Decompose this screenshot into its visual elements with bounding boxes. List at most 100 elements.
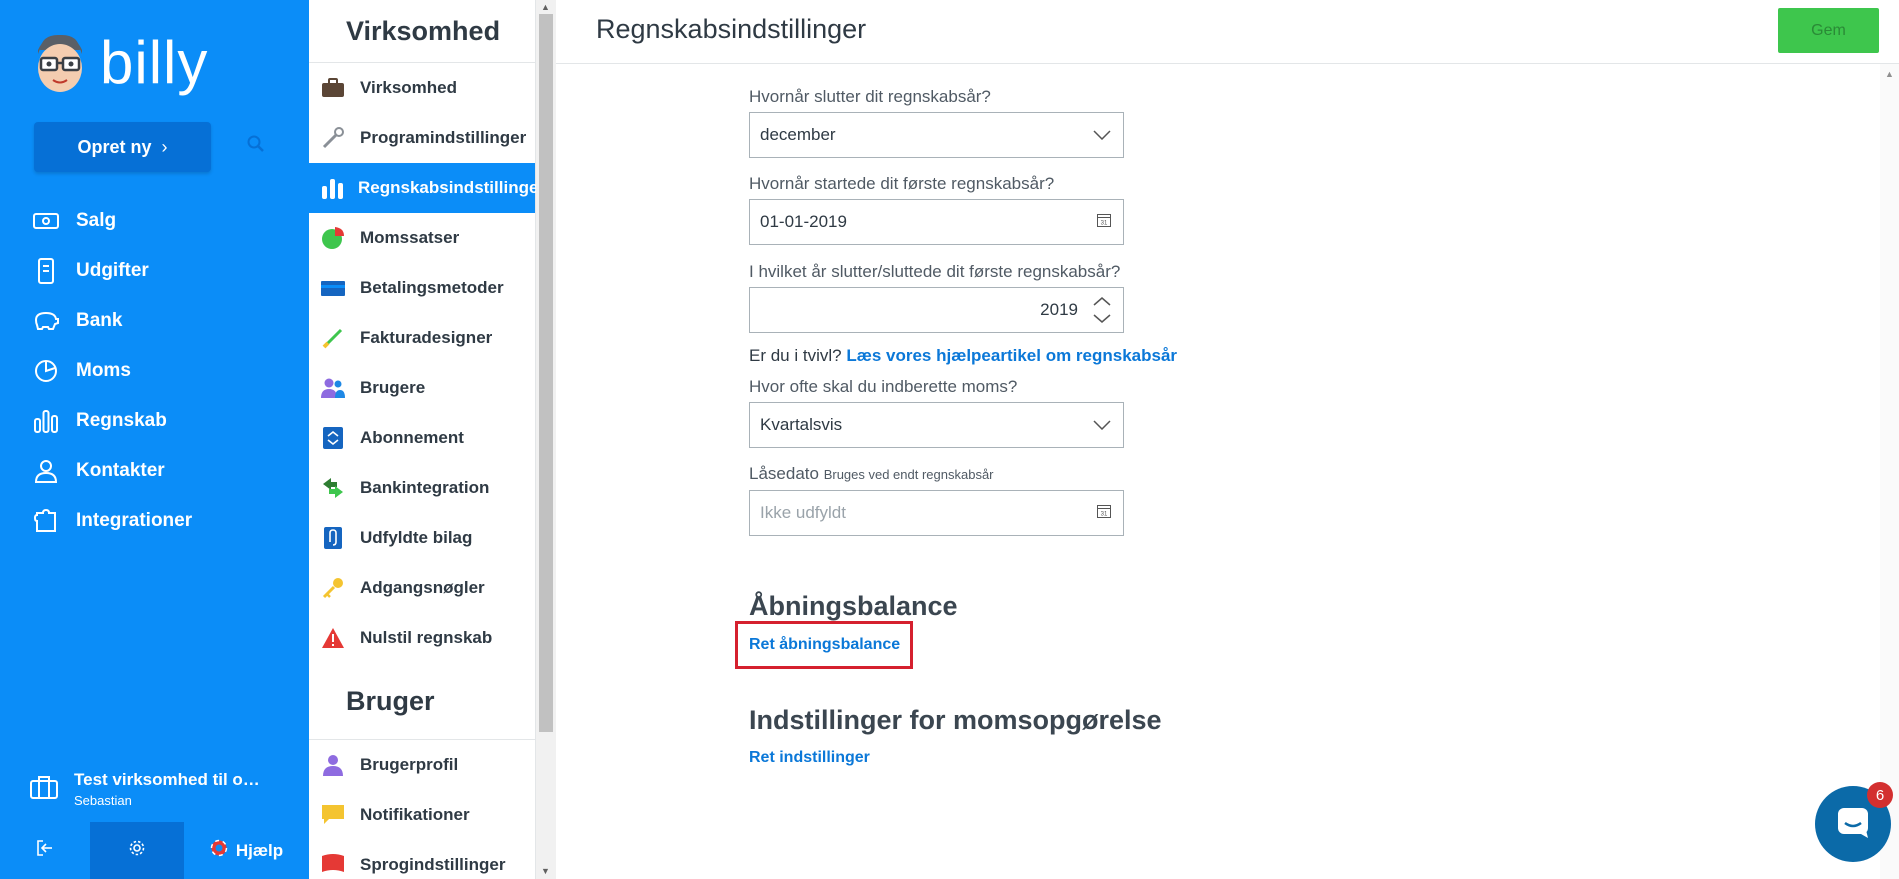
subnav-item-sprogindstillinger[interactable]: Sprogindstillinger xyxy=(309,840,535,879)
nav-item-regnskab[interactable]: Regnskab xyxy=(0,396,309,446)
subnav-label: Brugerprofil xyxy=(360,755,459,774)
subnav-item-regnskabsindstillinger[interactable]: Regnskabsindstillinger xyxy=(309,163,545,213)
first-fiscal-start-label: Hvornår startede dit første regnskabsår? xyxy=(749,174,1055,193)
edit-vat-settings-link[interactable]: Ret indstillinger xyxy=(749,749,870,767)
fiscal-year-end-value: december xyxy=(760,125,836,144)
subnav-item-notifikationer[interactable]: Notifikationer xyxy=(309,790,535,840)
paperclip-icon xyxy=(320,525,346,551)
subnav-scrollbar[interactable]: ▲ ▼ xyxy=(536,0,556,879)
chevron-down-icon[interactable] xyxy=(1093,314,1111,323)
subnav-item-programindstillinger[interactable]: Programindstillinger xyxy=(309,113,535,163)
subnav-label: Fakturadesigner xyxy=(360,328,493,347)
help-button[interactable]: Hjælp xyxy=(184,822,309,879)
subnav-item-momssatser[interactable]: Momssatser xyxy=(309,213,535,263)
scrollbar-thumb[interactable] xyxy=(539,14,553,732)
nav-item-salg[interactable]: Salg xyxy=(0,196,309,246)
subnav-item-brugerprofil[interactable]: Brugerprofil xyxy=(309,740,535,790)
scroll-up-arrow-icon[interactable]: ▲ xyxy=(1885,69,1894,79)
logout-button[interactable] xyxy=(0,822,90,879)
subnav-item-adgangsnogler[interactable]: Adgangsnøgler xyxy=(309,563,535,613)
save-button[interactable]: Gem xyxy=(1778,8,1879,53)
subscription-icon xyxy=(320,425,346,451)
settings-main: Regnskabsindstillinger Gem ▲ Hvornår slu… xyxy=(556,0,1899,879)
briefcase-icon xyxy=(30,775,58,804)
first-fiscal-end-label: I hvilket år slutter/sluttede dit første… xyxy=(749,262,1121,281)
help-prefix: Er du i tvivl? xyxy=(749,346,842,365)
subnav-item-nulstil-regnskab[interactable]: Nulstil regnskab xyxy=(309,613,535,663)
nav-label: Integrationer xyxy=(76,510,193,531)
subnav-item-betalingsmetoder[interactable]: Betalingsmetoder xyxy=(309,263,535,313)
main-scrollbar[interactable]: ▲ xyxy=(1880,64,1899,879)
scroll-down-arrow-icon[interactable]: ▼ xyxy=(541,866,550,876)
subnav-item-brugere[interactable]: Brugere xyxy=(309,363,535,413)
calendar-icon[interactable]: 31 xyxy=(1097,212,1111,232)
subnav-label: Bankintegration xyxy=(360,478,490,497)
wrench-icon xyxy=(320,125,346,151)
subnav-item-bankintegration[interactable]: Bankintegration xyxy=(309,463,535,513)
subnav-label: Sprogindstillinger xyxy=(360,855,506,874)
subnav-label: Nulstil regnskab xyxy=(360,628,493,647)
nav-bottom-bar: Hjælp xyxy=(0,822,309,879)
subnav-label: Betalingsmetoder xyxy=(360,278,504,297)
bank-transfer-icon xyxy=(320,475,346,501)
brush-icon xyxy=(320,325,346,351)
fiscal-year-end-select[interactable]: december xyxy=(749,112,1124,158)
nav-item-moms[interactable]: Moms xyxy=(0,346,309,396)
lock-date-placeholder: Ikke udfyldt xyxy=(760,503,846,522)
settings-subnav: Virksomhed Virksomhed Programindstilling… xyxy=(309,0,545,879)
help-text: Er du i tvivl? Læs vores hjælpeartikel o… xyxy=(749,346,1177,366)
subnav-label: Udfyldte bilag xyxy=(360,528,473,547)
chevron-down-icon xyxy=(1093,415,1111,435)
subnav-label: Brugere xyxy=(360,378,426,397)
nav-label: Salg xyxy=(76,210,117,231)
search-icon[interactable] xyxy=(246,134,266,159)
chat-launcher-button[interactable]: 6 xyxy=(1815,782,1893,862)
logo-text: billy xyxy=(100,29,209,96)
chevron-right-icon: › xyxy=(161,136,168,157)
first-fiscal-end-year-stepper[interactable]: 2019 xyxy=(749,287,1124,333)
subnav-item-fakturadesigner[interactable]: Fakturadesigner xyxy=(309,313,535,363)
warning-icon xyxy=(320,625,346,651)
create-new-label: Opret ny xyxy=(77,136,152,157)
subnav-label: Virksomhed xyxy=(360,78,458,97)
chevron-up-icon[interactable] xyxy=(1093,297,1111,306)
subnav-heading-company: Virksomhed xyxy=(346,16,501,46)
chat-unread-badge: 6 xyxy=(1867,782,1893,808)
highlight-box xyxy=(735,621,913,669)
settings-button[interactable] xyxy=(90,822,184,879)
scroll-up-arrow-icon[interactable]: ▲ xyxy=(541,2,550,12)
stepper-arrows[interactable] xyxy=(1093,297,1111,323)
users-icon xyxy=(320,375,346,401)
nav-item-bank[interactable]: Bank xyxy=(0,296,309,346)
subnav-item-virksomhed[interactable]: Virksomhed xyxy=(309,63,535,113)
puzzle-icon xyxy=(32,507,60,535)
vat-frequency-select[interactable]: Kvartalsvis xyxy=(749,402,1124,448)
main-navigation: billy Opret ny › Salg Udgifter Bank Moms… xyxy=(0,0,309,879)
help-article-link[interactable]: Læs vores hjælpeartikel om regnskabsår xyxy=(846,346,1177,365)
billy-logo[interactable]: billy xyxy=(32,32,208,94)
subnav-item-udfyldte-bilag[interactable]: Udfyldte bilag xyxy=(309,513,535,563)
subnav-heading-user: Bruger xyxy=(309,663,535,740)
subnav-item-abonnement[interactable]: Abonnement xyxy=(309,413,535,463)
lock-date-title: Låsedato xyxy=(749,464,819,483)
briefcase-icon xyxy=(320,75,346,101)
first-fiscal-start-date-input[interactable]: 01-01-2019 31 xyxy=(749,199,1124,245)
person-icon xyxy=(32,457,60,485)
lock-date-label: Låsedato Bruges ved endt regnskabsår xyxy=(749,464,994,484)
organization-switcher[interactable]: Test virksomhed til ove… Sebastian xyxy=(30,770,269,808)
nav-item-kontakter[interactable]: Kontakter xyxy=(0,446,309,496)
vat-report-settings-heading: Indstillinger for momsopgørelse xyxy=(749,705,1162,735)
money-icon xyxy=(32,207,60,235)
create-new-button[interactable]: Opret ny › xyxy=(34,122,211,172)
bar-chart-icon xyxy=(320,175,344,201)
pie-chart-icon xyxy=(320,225,346,251)
calendar-icon[interactable]: 31 xyxy=(1097,503,1111,523)
fiscal-year-end-label: Hvornår slutter dit regnskabsår? xyxy=(749,87,991,106)
nav-item-integrationer[interactable]: Integrationer xyxy=(0,496,309,546)
lock-date-input[interactable]: Ikke udfyldt 31 xyxy=(749,490,1124,536)
nav-item-udgifter[interactable]: Udgifter xyxy=(0,246,309,296)
subnav-label: Regnskabsindstillinger xyxy=(358,178,546,197)
vat-frequency-value: Kvartalsvis xyxy=(760,415,843,434)
subnav-label: Adgangsnøgler xyxy=(360,578,485,597)
pie-chart-icon xyxy=(32,357,60,385)
